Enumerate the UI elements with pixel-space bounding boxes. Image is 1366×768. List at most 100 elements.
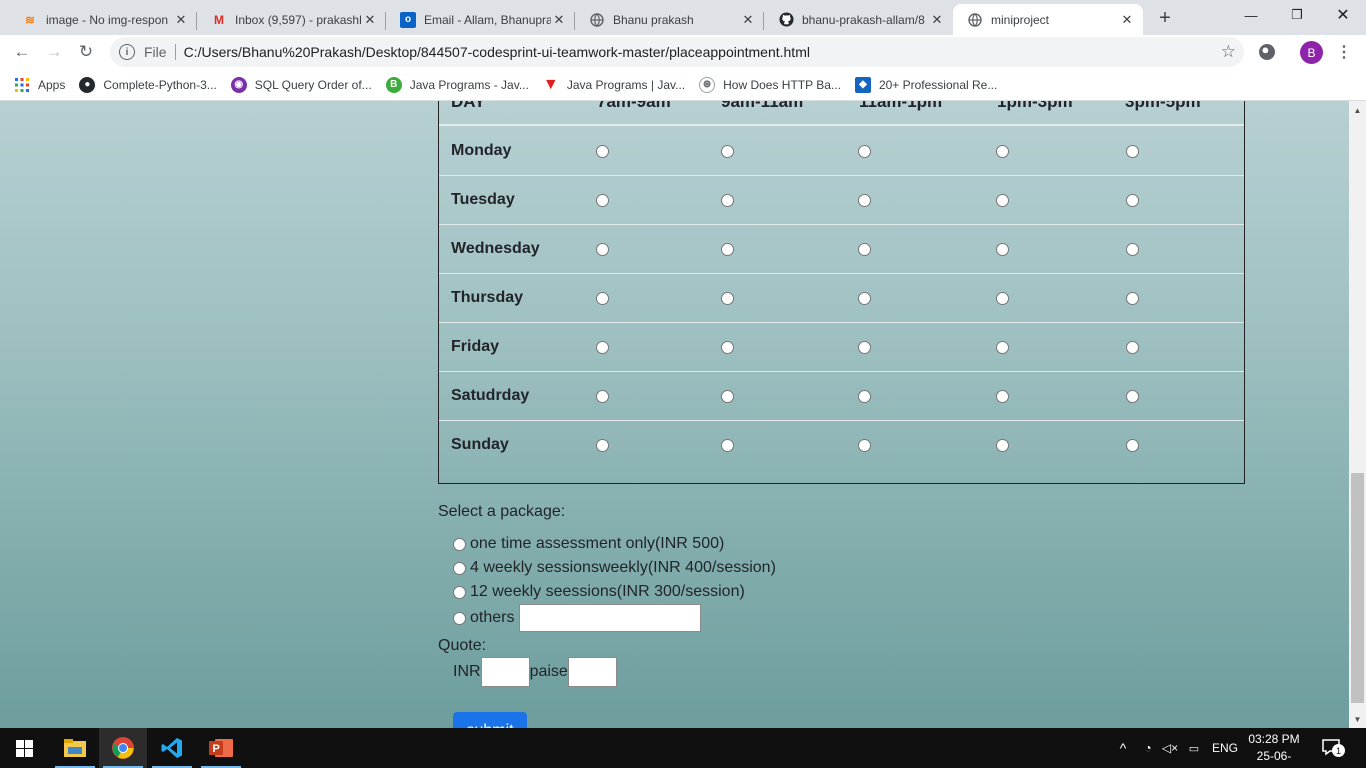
- taskbar-vscode[interactable]: [148, 728, 196, 768]
- slot-radio-5[interactable]: [1126, 439, 1139, 452]
- close-window-button[interactable]: ✕: [1320, 0, 1366, 30]
- tab-stackoverflow[interactable]: ≋ image - No img-respon ✕: [8, 4, 197, 35]
- close-icon[interactable]: ✕: [929, 12, 945, 28]
- menu-dots-icon[interactable]: ⋮: [1336, 42, 1352, 62]
- bookmark-java-programs-1[interactable]: B Java Programs - Jav...: [385, 76, 529, 93]
- inr-input[interactable]: [480, 657, 530, 687]
- bookmark-java-programs-2[interactable]: ▼ Java Programs | Jav...: [543, 76, 685, 93]
- slot-radio-5[interactable]: [1126, 341, 1139, 354]
- slot-radio-3[interactable]: [858, 194, 871, 207]
- bookmark-resume[interactable]: ◆ 20+ Professional Re...: [854, 76, 997, 93]
- schedule-header-row: DAY 7am-9am 9am-11am 11am-1pm 1pm-3pm 3p…: [439, 101, 1244, 126]
- taskbar-clock[interactable]: 03:28 PM 25-06-2020: [1244, 731, 1304, 768]
- slot-radio-3[interactable]: [858, 390, 871, 403]
- submit-button[interactable]: submit: [453, 712, 527, 728]
- slot-radio-1[interactable]: [596, 194, 609, 207]
- taskbar-file-explorer[interactable]: [51, 728, 99, 768]
- slot-radio-1[interactable]: [596, 145, 609, 158]
- tab-gmail[interactable]: M Inbox (9,597) - prakashl ✕: [197, 4, 386, 35]
- reload-button[interactable]: ↻: [72, 38, 100, 66]
- speaker-muted-icon[interactable]: ◁×: [1160, 741, 1180, 755]
- package-option-12-weekly[interactable]: 12 weekly seessions(INR 300/session): [453, 583, 745, 601]
- tab-outlook[interactable]: o Email - Allam, Bhanupra ✕: [386, 4, 575, 35]
- slot-radio-1[interactable]: [596, 439, 609, 452]
- slot-radio-2[interactable]: [721, 243, 734, 256]
- bookmark-sql-query[interactable]: ◉ SQL Query Order of...: [230, 76, 372, 93]
- slot-radio-2[interactable]: [721, 341, 734, 354]
- slot-radio-5[interactable]: [1126, 390, 1139, 403]
- package-option-others[interactable]: others: [453, 604, 702, 632]
- slot-radio-4[interactable]: [996, 194, 1009, 207]
- page-scrollbar[interactable]: ▲ ▼: [1349, 101, 1366, 728]
- address-bar[interactable]: i File C:/Users/Bhanu%20Prakash/Desktop/…: [110, 37, 1244, 67]
- battery-icon[interactable]: ▭: [1184, 742, 1204, 755]
- slot-radio-4[interactable]: [996, 145, 1009, 158]
- slot-radio-1[interactable]: [596, 341, 609, 354]
- scroll-up-arrow-icon[interactable]: ▲: [1349, 103, 1366, 117]
- slot-radio-3[interactable]: [858, 243, 871, 256]
- bookmark-apps[interactable]: Apps: [14, 77, 65, 93]
- bookmark-star-icon[interactable]: ☆: [1221, 42, 1236, 62]
- package-radio[interactable]: [453, 611, 466, 625]
- notification-center-button[interactable]: 1: [1322, 738, 1345, 758]
- slot-radio-4[interactable]: [996, 390, 1009, 403]
- close-icon[interactable]: ✕: [1119, 12, 1135, 28]
- slot-radio-5[interactable]: [1126, 194, 1139, 207]
- chrome-icon: [112, 737, 134, 759]
- taskbar-powerpoint[interactable]: P: [197, 728, 245, 768]
- slot-radio-3[interactable]: [858, 292, 871, 305]
- bookmark-complete-python[interactable]: ● Complete-Python-3...: [79, 76, 217, 93]
- slot-radio-3[interactable]: [858, 145, 871, 158]
- slot-radio-2[interactable]: [721, 292, 734, 305]
- header-slot-2: 9am-11am: [721, 101, 804, 111]
- scroll-down-arrow-icon[interactable]: ▼: [1349, 712, 1366, 726]
- slot-radio-2[interactable]: [721, 390, 734, 403]
- close-icon[interactable]: ✕: [740, 12, 756, 28]
- back-button[interactable]: ←: [8, 38, 36, 66]
- slot-radio-5[interactable]: [1126, 292, 1139, 305]
- package-option-4-weekly[interactable]: 4 weekly sessionsweekly(INR 400/session): [453, 559, 776, 577]
- close-icon[interactable]: ✕: [173, 12, 189, 28]
- slot-radio-4[interactable]: [996, 439, 1009, 452]
- slot-radio-3[interactable]: [858, 439, 871, 452]
- minimize-button[interactable]: —: [1228, 0, 1274, 30]
- slot-radio-5[interactable]: [1126, 243, 1139, 256]
- slot-radio-2[interactable]: [721, 439, 734, 452]
- tab-bhanu-prakash[interactable]: Bhanu prakash ✕: [575, 4, 764, 35]
- slot-radio-2[interactable]: [721, 145, 734, 158]
- slot-radio-1[interactable]: [596, 292, 609, 305]
- slot-radio-4[interactable]: [996, 292, 1009, 305]
- close-icon[interactable]: ✕: [551, 12, 567, 28]
- taskbar-chrome[interactable]: [99, 728, 147, 768]
- tab-miniproject[interactable]: miniproject ✕: [953, 4, 1143, 35]
- restore-button[interactable]: ❐: [1274, 0, 1320, 30]
- info-icon[interactable]: i: [119, 44, 135, 60]
- new-tab-button[interactable]: +: [1153, 6, 1177, 30]
- slot-radio-3[interactable]: [858, 341, 871, 354]
- wifi-icon[interactable]: ◔: [1136, 741, 1160, 755]
- language-indicator[interactable]: ENG: [1212, 741, 1238, 755]
- start-button[interactable]: [0, 728, 48, 768]
- bookmark-http[interactable]: ⊛ How Does HTTP Ba...: [699, 76, 841, 93]
- slot-radio-4[interactable]: [996, 341, 1009, 354]
- package-option-one-time[interactable]: one time assessment only(INR 500): [453, 535, 724, 553]
- extension-icon[interactable]: [1259, 44, 1275, 60]
- slot-radio-1[interactable]: [596, 243, 609, 256]
- package-radio[interactable]: [453, 537, 466, 551]
- slot-radio-2[interactable]: [721, 194, 734, 207]
- paise-input[interactable]: [567, 657, 617, 687]
- url-scheme: File: [144, 44, 167, 60]
- close-icon[interactable]: ✕: [362, 12, 378, 28]
- others-input[interactable]: [519, 604, 702, 632]
- tab-github[interactable]: bhanu-prakash-allam/8 ✕: [764, 4, 953, 35]
- url-text[interactable]: C:/Users/Bhanu%20Prakash/Desktop/844507-…: [184, 44, 810, 60]
- chevron-up-icon[interactable]: ^: [1114, 740, 1132, 756]
- package-radio[interactable]: [453, 585, 466, 599]
- package-radio[interactable]: [453, 561, 466, 575]
- slot-radio-1[interactable]: [596, 390, 609, 403]
- forward-button[interactable]: →: [40, 38, 68, 66]
- slot-radio-4[interactable]: [996, 243, 1009, 256]
- profile-avatar[interactable]: B: [1300, 41, 1323, 64]
- slot-radio-5[interactable]: [1126, 145, 1139, 158]
- scrollbar-thumb[interactable]: [1351, 473, 1364, 703]
